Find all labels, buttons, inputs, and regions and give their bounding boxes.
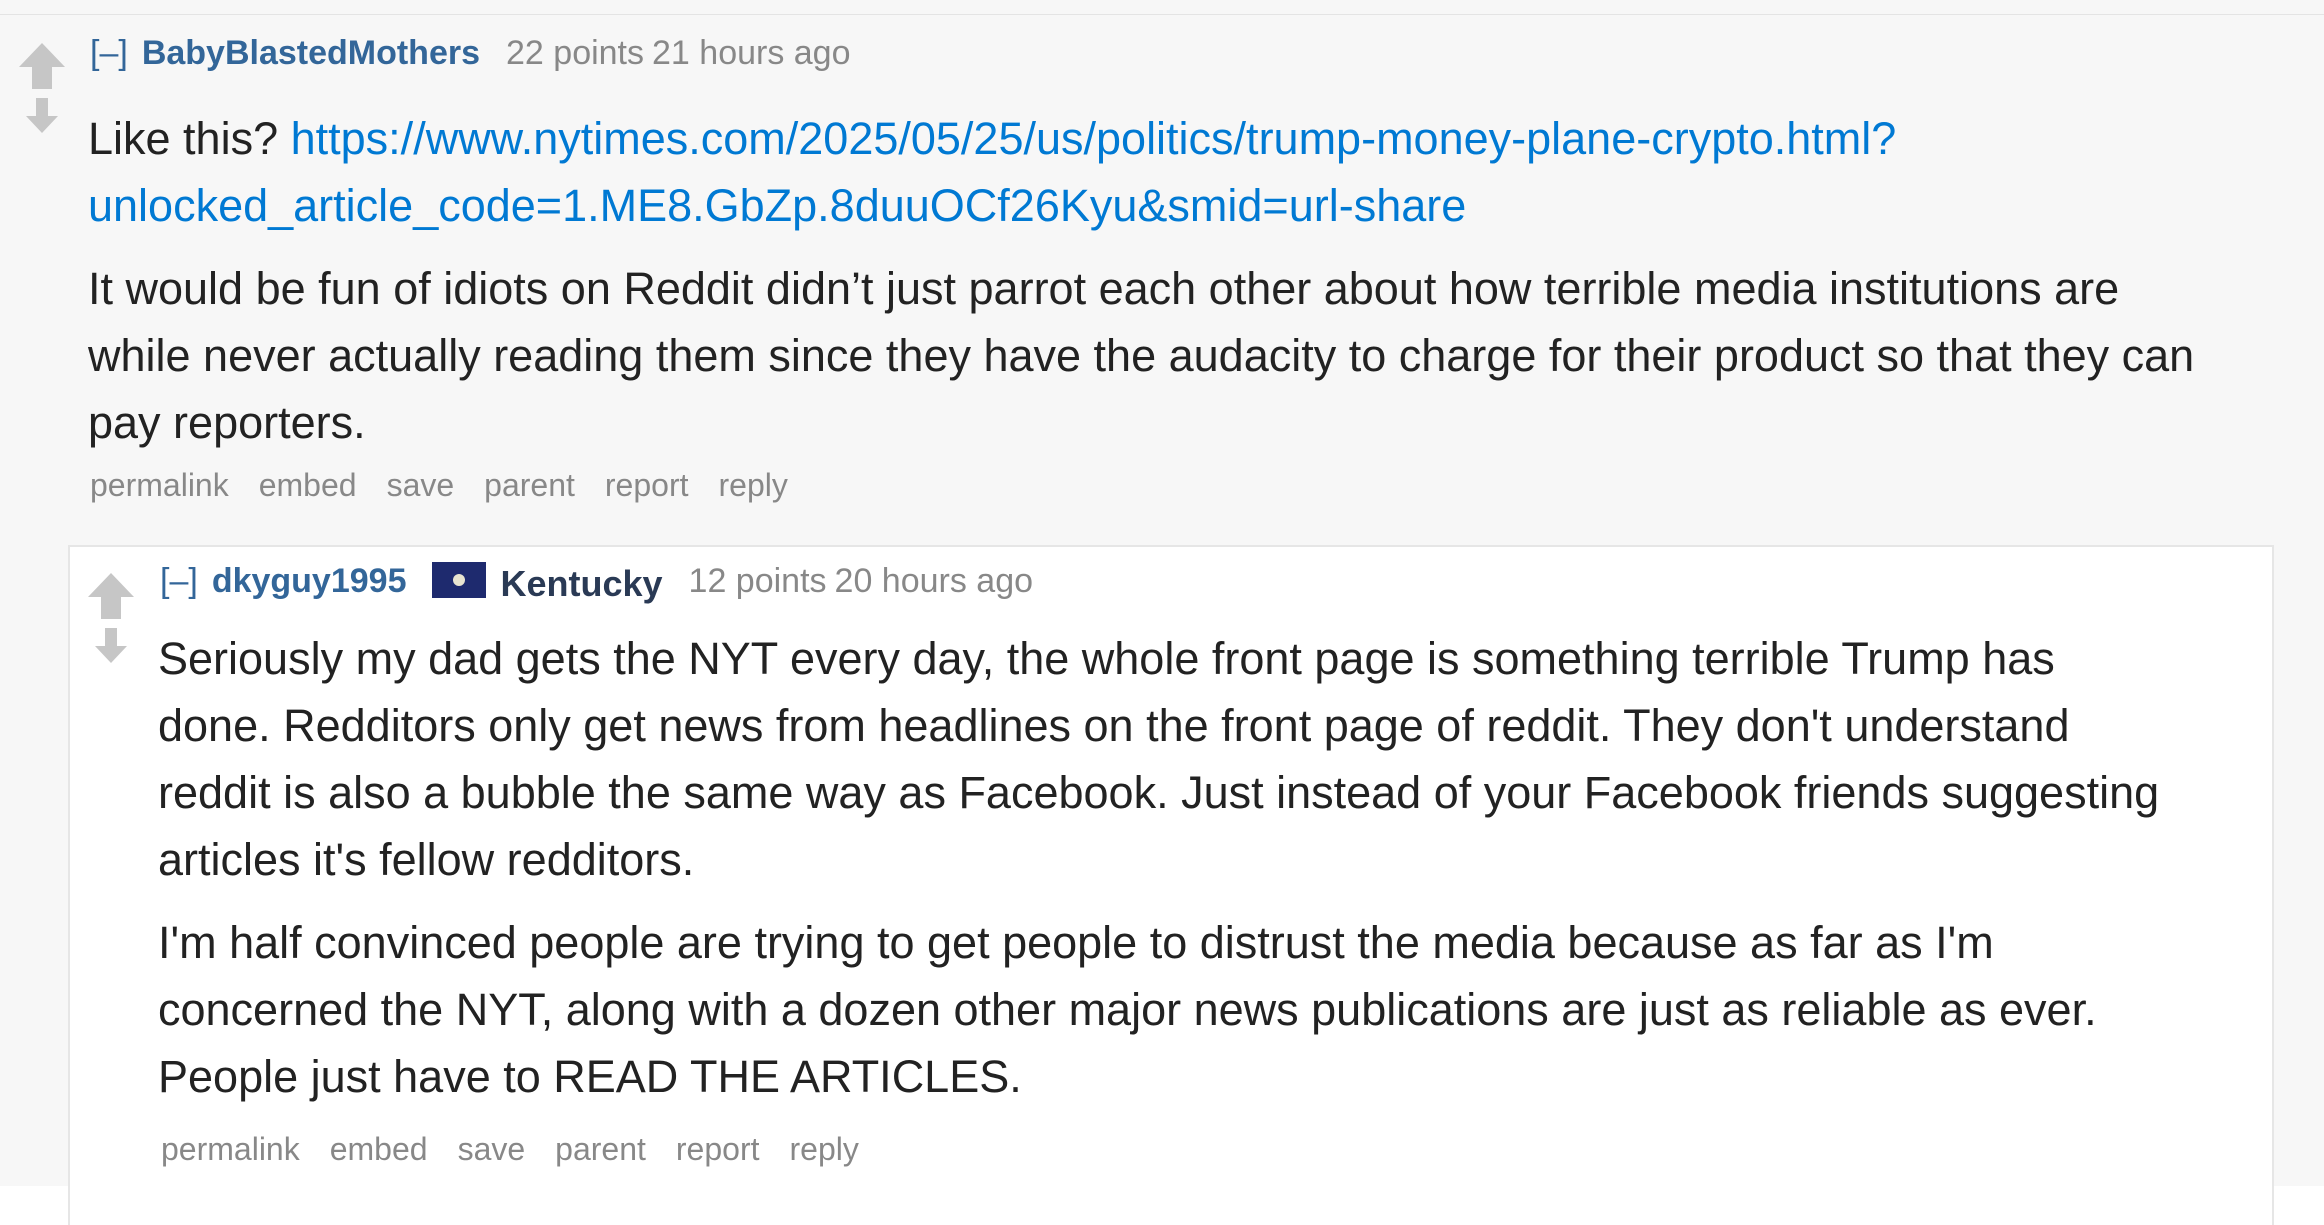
save-button[interactable]: save bbox=[458, 1131, 526, 1167]
reply-button[interactable]: reply bbox=[718, 467, 787, 503]
comment-paragraph: Like this? https://www.nytimes.com/2025/… bbox=[88, 105, 2194, 239]
down-arrow-icon[interactable] bbox=[94, 628, 128, 664]
comment-text: It would be fun of idiots on Reddit didn… bbox=[88, 263, 2120, 314]
collapse-toggle[interactable]: [–] bbox=[160, 562, 198, 600]
collapse-toggle[interactable]: [–] bbox=[90, 34, 128, 72]
permalink-button[interactable]: permalink bbox=[90, 467, 229, 503]
comment-tagline: [–] dkyguy1995 Kentucky 12 points 20 hours a… bbox=[160, 561, 1033, 604]
comment-text: Seriously my dad gets the NYT every day,… bbox=[158, 633, 2055, 684]
up-arrow-icon[interactable] bbox=[86, 571, 136, 621]
comment-text: I'm half convinced people are trying to … bbox=[158, 917, 1994, 968]
parent-button[interactable]: parent bbox=[484, 467, 575, 503]
comment-paragraph: It would be fun of idiots on Reddit didn… bbox=[88, 255, 2194, 456]
author-link[interactable]: dkyguy1995 bbox=[212, 562, 407, 600]
comment-text: reddit is also a bubble the same way as … bbox=[158, 767, 2160, 818]
parent-button[interactable]: parent bbox=[555, 1131, 646, 1167]
comment-text: articles it's fellow redditors. bbox=[158, 834, 695, 885]
comment-text: done. Redditors only get news from headl… bbox=[158, 700, 2070, 751]
embed-button[interactable]: embed bbox=[330, 1131, 428, 1167]
reply-button[interactable]: reply bbox=[789, 1131, 858, 1167]
comment-text: Like this? bbox=[88, 113, 279, 164]
user-flair: Kentucky bbox=[500, 563, 663, 604]
report-button[interactable]: report bbox=[676, 1131, 760, 1167]
comment-dkyguy1995: [–] dkyguy1995 Kentucky 12 points 20 hours a… bbox=[68, 545, 2274, 1225]
article-link-continued[interactable]: unlocked_article_code=1.ME8.GbZp.8duuOCf… bbox=[88, 180, 1466, 231]
save-button[interactable]: save bbox=[387, 467, 455, 503]
score: 12 points bbox=[688, 562, 827, 600]
comment-paragraph: Seriously my dad gets the NYT every day,… bbox=[158, 625, 2159, 893]
comment-text: People just have to READ THE ARTICLES. bbox=[158, 1051, 1022, 1102]
page-top-border bbox=[0, 0, 2324, 16]
comment-text: concerned the NYT, along with a dozen ot… bbox=[158, 984, 2097, 1035]
author-link[interactable]: BabyBlastedMothers bbox=[142, 34, 480, 72]
comment-text: pay reporters. bbox=[88, 397, 366, 448]
comment-actions: permalink embed save parent report reply bbox=[161, 1129, 889, 1169]
comment-text: while never actually reading them since … bbox=[88, 330, 2195, 381]
timestamp: 21 hours ago bbox=[652, 34, 851, 72]
flag-seal bbox=[453, 574, 466, 586]
permalink-button[interactable]: permalink bbox=[161, 1131, 300, 1167]
up-arrow-icon[interactable] bbox=[17, 41, 67, 91]
report-button[interactable]: report bbox=[605, 467, 689, 503]
comment-actions: permalink embed save parent report reply bbox=[90, 465, 818, 505]
comment-tagline: [–] BabyBlastedMothers 22 points 21 hours a… bbox=[90, 33, 851, 73]
comment-paragraph: I'm half convinced people are trying to … bbox=[158, 909, 2159, 1110]
down-arrow-icon[interactable] bbox=[25, 98, 59, 134]
comment-body: Seriously my dad gets the NYT every day,… bbox=[158, 625, 2159, 1125]
score: 22 points bbox=[506, 34, 645, 72]
article-link[interactable]: https://www.nytimes.com/2025/05/25/us/po… bbox=[291, 113, 1897, 164]
timestamp: 20 hours ago bbox=[834, 562, 1034, 600]
kentucky-flag-icon bbox=[432, 562, 487, 598]
comment-body: Like this? https://www.nytimes.com/2025/… bbox=[88, 105, 2194, 471]
embed-button[interactable]: embed bbox=[259, 467, 357, 503]
